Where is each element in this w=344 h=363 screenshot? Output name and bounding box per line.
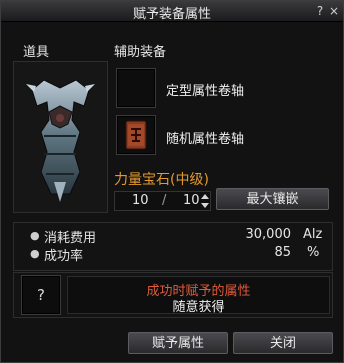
armor-icon bbox=[26, 79, 95, 202]
window-title: 赋予装备属性 bbox=[132, 7, 211, 22]
close-button[interactable]: 关闭 bbox=[233, 332, 333, 354]
gem-current: 10 bbox=[132, 193, 149, 208]
triangle-up-icon bbox=[201, 194, 209, 199]
apply-attribute-button[interactable]: 赋予属性 bbox=[128, 332, 228, 354]
fixed-attribute-scroll-label: 定型属性卷轴 bbox=[166, 84, 245, 99]
result-text-box: 成功时赋予的属性 随意获得 bbox=[67, 276, 330, 315]
fixed-attribute-scroll-slot[interactable] bbox=[116, 68, 156, 108]
gem-name: 力量宝石(中级) bbox=[114, 172, 209, 188]
max-inlay-button[interactable]: 最大镶嵌 bbox=[216, 188, 329, 210]
enchant-window: 赋予装备属性 ? × 道具 辅助装备 定型属性卷轴 随机属性卷轴 力量宝石(中级… bbox=[0, 0, 344, 363]
result-line2: 随意获得 bbox=[172, 300, 225, 315]
title-bar[interactable]: 赋予装备属性 ? × bbox=[1, 1, 343, 22]
cost-unit: Alz bbox=[303, 227, 323, 242]
aux-equipment-section-label: 辅助装备 bbox=[114, 45, 167, 60]
item-section-label: 道具 bbox=[23, 45, 50, 60]
random-attribute-scroll-slot[interactable] bbox=[116, 115, 156, 155]
scroll-icon bbox=[125, 120, 147, 150]
gem-max: 10 bbox=[183, 193, 200, 208]
help-icon[interactable]: ? bbox=[313, 4, 327, 18]
success-unit: % bbox=[307, 245, 320, 260]
gem-quantity-stepper[interactable]: 10 / 10 bbox=[114, 191, 211, 211]
success-value: 85 bbox=[274, 245, 291, 260]
bullet-dot-icon: ● bbox=[30, 247, 40, 260]
item-slot-panel[interactable] bbox=[13, 61, 108, 213]
close-icon[interactable]: × bbox=[327, 4, 341, 18]
success-label: 成功率 bbox=[44, 249, 84, 264]
gem-separator: / bbox=[162, 193, 167, 208]
question-mark-icon: ? bbox=[37, 286, 45, 304]
result-slot: ? bbox=[21, 275, 61, 315]
random-attribute-scroll-label: 随机属性卷轴 bbox=[166, 132, 245, 147]
bullet-dot-icon: ● bbox=[30, 229, 40, 242]
cost-label: 消耗费用 bbox=[44, 231, 97, 246]
triangle-down-icon bbox=[201, 203, 209, 208]
spinner-arrows[interactable] bbox=[200, 192, 210, 210]
cost-value: 30,000 bbox=[245, 227, 292, 242]
